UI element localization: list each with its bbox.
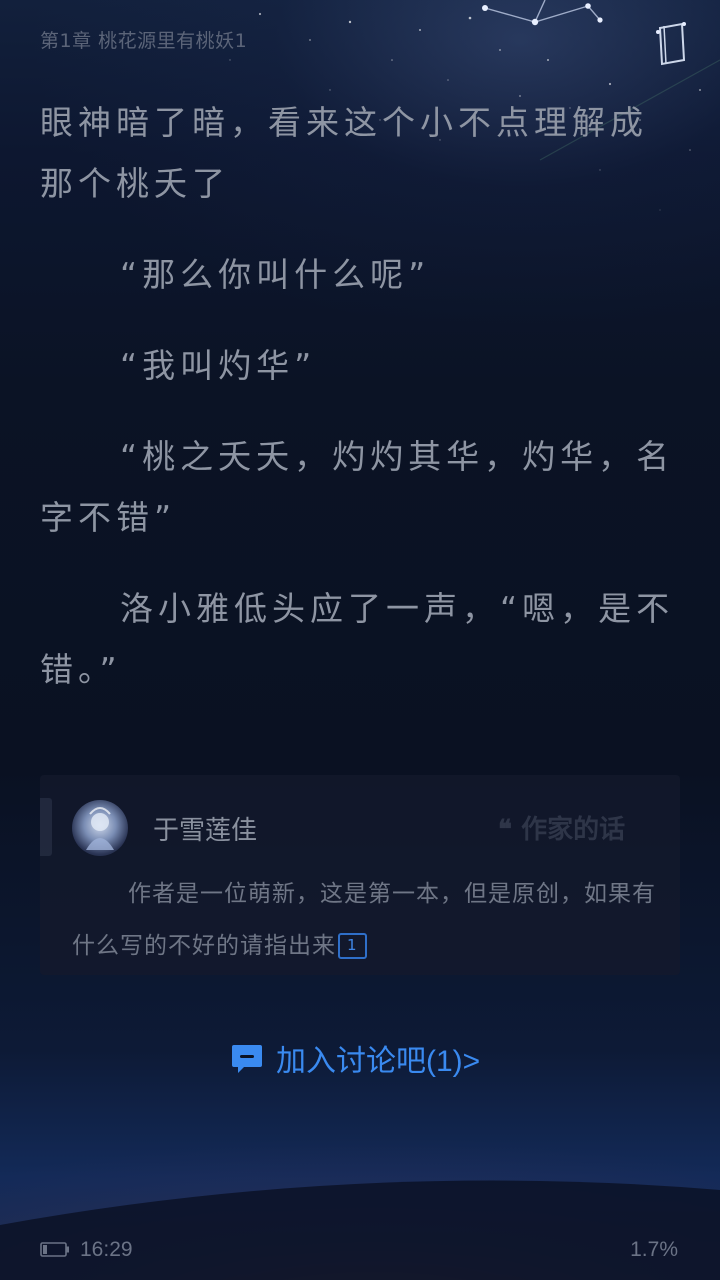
chat-bubble-icon: [232, 1045, 262, 1073]
comment-count-badge[interactable]: 1: [338, 933, 367, 959]
chapter-title: 第1章 桃花源里有桃妖1: [40, 30, 248, 52]
book-icon[interactable]: [654, 20, 690, 70]
chapter-text: 眼神暗了暗，看来这个小不点理解成那个桃夭了 “那么你叫什么呢” “我叫灼华” “…: [40, 92, 682, 730]
reading-progress: 1.7%: [630, 1238, 678, 1261]
author-note: 作者是一位萌新，这是第一本，但是原创，如果有什么写的不好的请指出来 1: [72, 868, 662, 972]
battery-icon: [40, 1242, 69, 1257]
card-tab: [40, 798, 52, 856]
join-discussion-link[interactable]: 加入讨论吧(1)>: [230, 1036, 480, 1080]
avatar-illustration: [86, 807, 114, 850]
author-avatar[interactable]: [72, 800, 128, 856]
writer-note-label: ❝ 作家的话: [498, 809, 625, 846]
quote-icon: ❝: [498, 815, 512, 845]
paragraph: “我叫灼华”: [120, 346, 317, 385]
join-discussion-label: 加入讨论吧(1)>: [276, 1045, 481, 1078]
writer-note-text: 作家的话: [521, 815, 626, 845]
author-name[interactable]: 于雪莲佳: [153, 810, 257, 847]
paragraph: 洛小雅低头应了一声，“嗯，是不错。”: [40, 589, 675, 689]
paragraph: “桃之夭夭，灼灼其华，灼华，名字不错”: [40, 437, 675, 537]
paragraph: 眼神暗了暗，看来这个小不点理解成那个桃夭了: [40, 103, 648, 203]
clock-time: 16:29: [80, 1238, 133, 1261]
paragraph: “那么你叫什么呢”: [120, 255, 431, 294]
